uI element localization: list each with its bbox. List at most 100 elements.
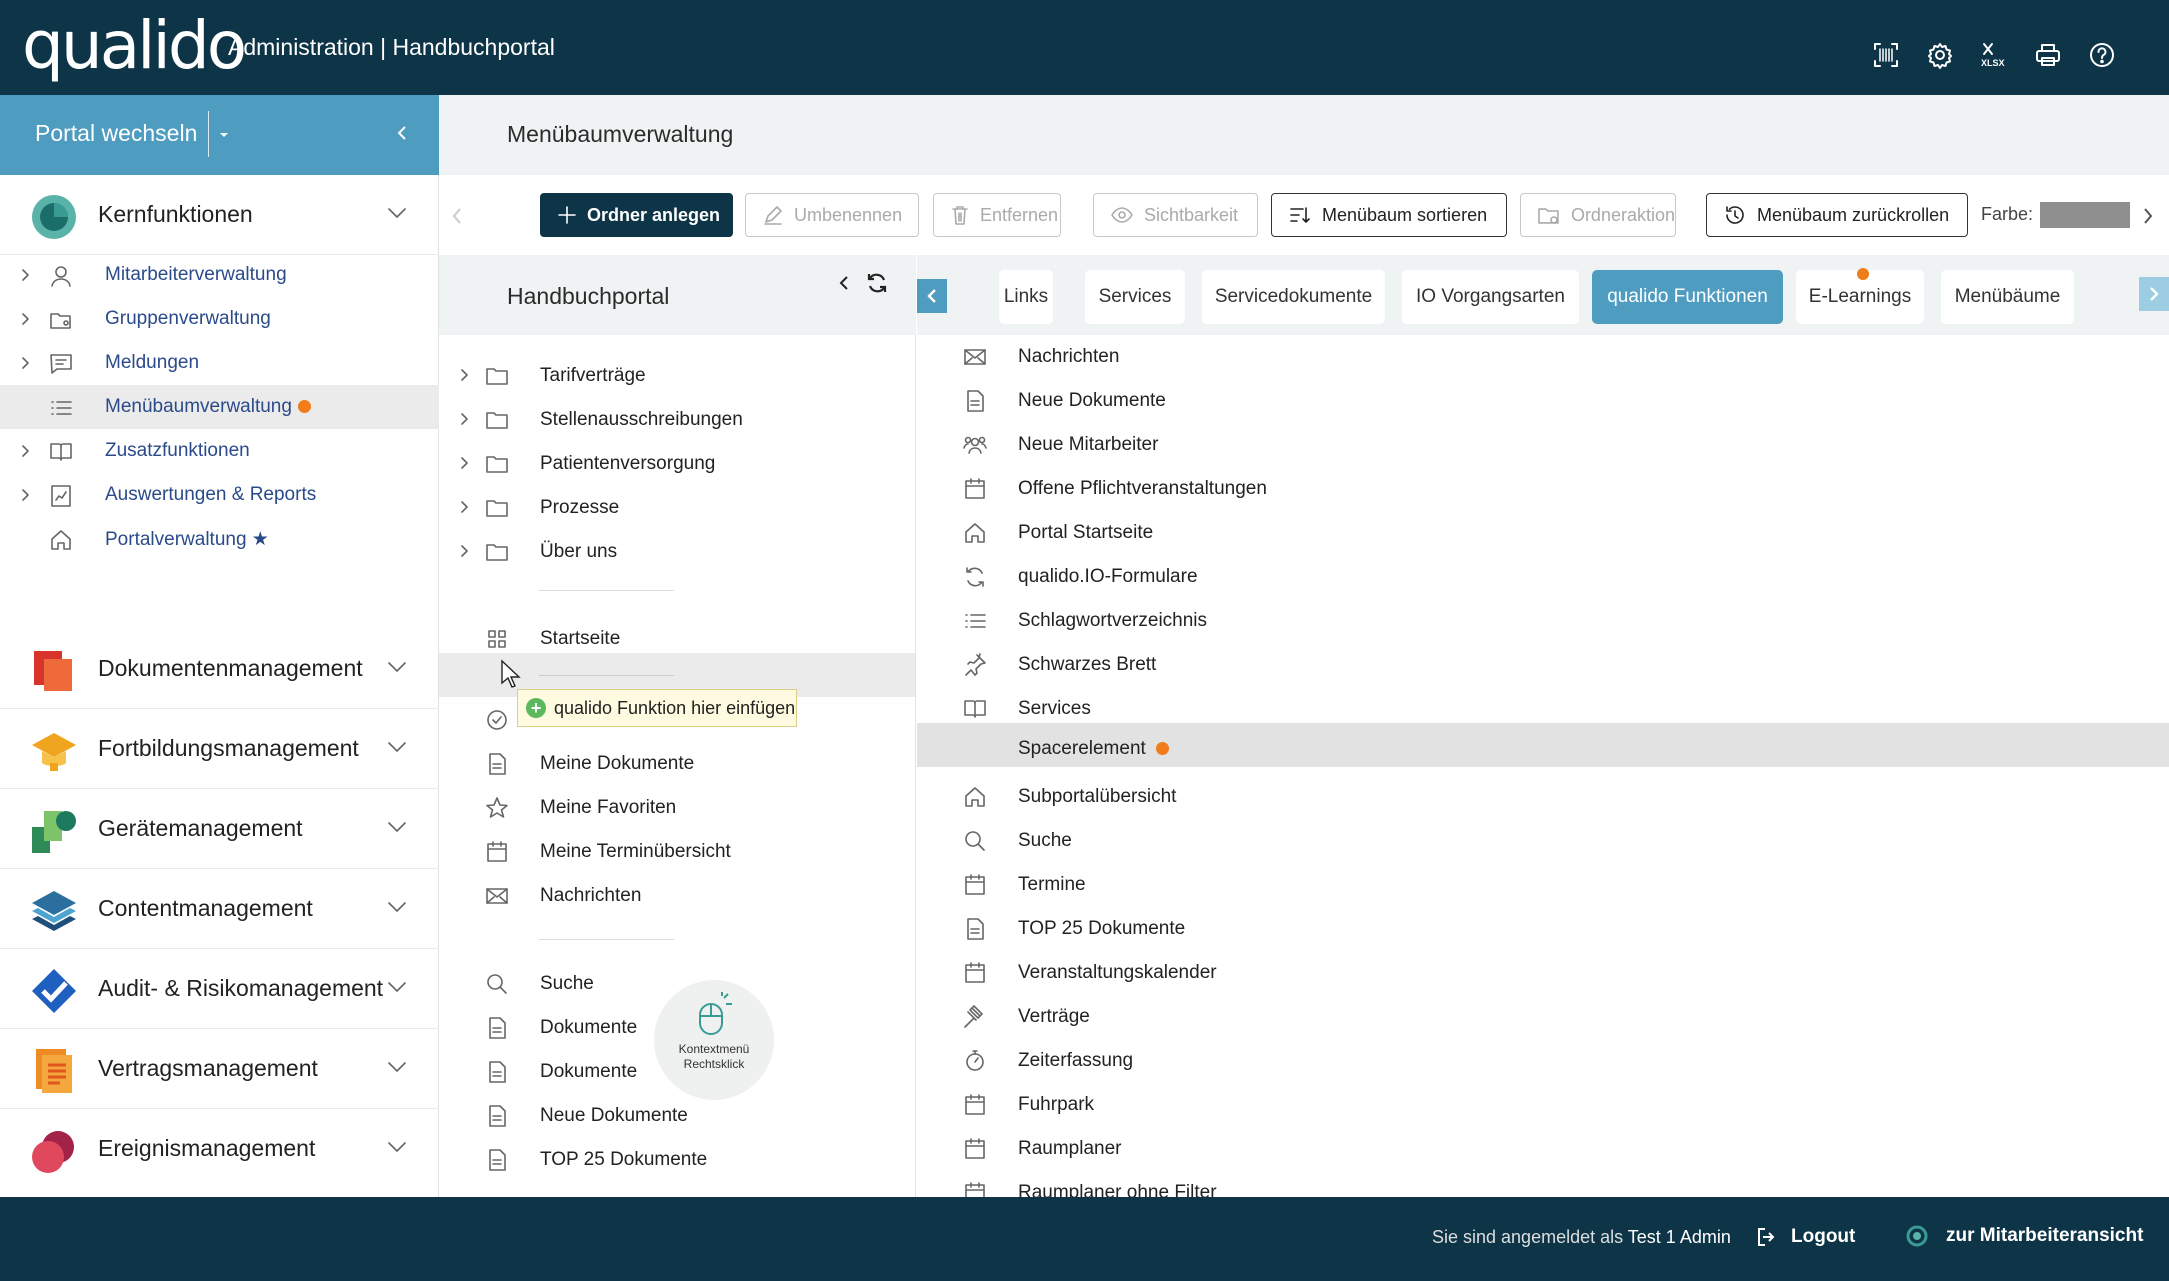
- chevron-down-icon[interactable]: [385, 819, 409, 835]
- tree-folder[interactable]: Tarifverträge: [439, 353, 915, 397]
- list-item[interactable]: TOP 25 Dokumente: [917, 907, 2169, 951]
- tree-folder[interactable]: Stellenausschreibungen: [439, 397, 915, 441]
- caret-down-icon[interactable]: [214, 129, 234, 141]
- sidebar-item-mitarbeiterverwaltung[interactable]: Mitarbeiterverwaltung: [0, 253, 439, 297]
- chevron-right-icon[interactable]: [20, 443, 32, 459]
- module-ereignismanagement[interactable]: Ereignismanagement: [0, 1109, 439, 1189]
- tab-qualido-funktionen[interactable]: qualido Funktionen: [1592, 270, 1783, 324]
- color-swatch[interactable]: [2040, 202, 2130, 228]
- chevron-right-icon[interactable]: [459, 455, 471, 471]
- chevron-right-icon[interactable]: [459, 411, 471, 427]
- sidebar-item-zusatzfunktionen[interactable]: Zusatzfunktionen: [0, 429, 439, 473]
- tabs-scroll-right-icon[interactable]: [2139, 277, 2169, 311]
- sidebar-item-portalverwaltung[interactable]: Portalverwaltung ★: [0, 517, 439, 561]
- list-item[interactable]: Verträge: [917, 995, 2169, 1039]
- list-item[interactable]: Schwarzes Brett: [917, 643, 2169, 687]
- portal-switch-label[interactable]: Portal wechseln: [35, 120, 197, 147]
- rename-button[interactable]: Umbenennen: [745, 193, 919, 237]
- calendar-icon: [484, 839, 510, 865]
- chevron-right-icon[interactable]: [459, 499, 471, 515]
- chevron-right-icon[interactable]: [20, 267, 32, 283]
- tab-menuebaeume[interactable]: Menübäume: [1941, 270, 2074, 324]
- tab-io-vorgangsarten[interactable]: IO Vorgangsarten: [1402, 270, 1579, 324]
- list-item-selected[interactable]: Spacerelement: [917, 723, 2169, 767]
- print-icon[interactable]: [2033, 40, 2063, 70]
- folder-action-button[interactable]: Ordneraktion: [1520, 193, 1676, 237]
- tabs-scroll-left-icon[interactable]: [917, 279, 947, 313]
- module-vertragsmanagement[interactable]: Vertragsmanagement: [0, 1029, 439, 1109]
- remove-button[interactable]: Entfernen: [933, 193, 1061, 237]
- tree-folder[interactable]: Über uns: [439, 529, 915, 573]
- sidebar-item-gruppenverwaltung[interactable]: Gruppenverwaltung: [0, 297, 439, 341]
- chevron-right-icon[interactable]: [20, 355, 32, 371]
- chevron-right-icon[interactable]: [20, 487, 32, 503]
- list-item[interactable]: Subportalübersicht: [917, 775, 2169, 819]
- chevron-down-icon[interactable]: [385, 739, 409, 755]
- chevron-right-icon[interactable]: [459, 543, 471, 559]
- collapse-tree-icon[interactable]: [837, 273, 851, 293]
- list-item[interactable]: Raumplaner ohne Filter: [917, 1171, 2169, 1197]
- chevron-right-icon[interactable]: [459, 367, 471, 383]
- context-hint-line: Rechtsklick: [683, 1057, 745, 1071]
- module-dokumentenmanagement[interactable]: Dokumentenmanagement: [0, 629, 439, 709]
- module-geraetemanagement[interactable]: Gerätemanagement: [0, 789, 439, 869]
- list-item[interactable]: Fuhrpark: [917, 1083, 2169, 1127]
- list-item[interactable]: Termine: [917, 863, 2169, 907]
- settings-icon[interactable]: [1925, 40, 1955, 70]
- tree-folder[interactable]: Patientenversorgung: [439, 441, 915, 485]
- chevron-down-icon[interactable]: [385, 1059, 409, 1075]
- tab-services[interactable]: Services: [1085, 270, 1185, 324]
- module-contentmanagement[interactable]: Contentmanagement: [0, 869, 439, 949]
- visibility-button[interactable]: Sichtbarkeit: [1093, 193, 1258, 237]
- tab-links[interactable]: Links: [999, 270, 1053, 324]
- create-folder-button[interactable]: Ordner anlegen: [540, 193, 733, 237]
- chevron-down-icon[interactable]: [385, 979, 409, 995]
- help-icon[interactable]: [2087, 40, 2117, 70]
- module-audit-risikomanagement[interactable]: Audit- & Risikomanagement: [0, 949, 439, 1029]
- sidebar-item-meldungen[interactable]: Meldungen: [0, 341, 439, 385]
- list-item[interactable]: Portal Startseite: [917, 511, 2169, 555]
- chevron-right-icon[interactable]: [20, 311, 32, 327]
- list-item[interactable]: Neue Dokumente: [917, 379, 2169, 423]
- qualido-logo[interactable]: qualido: [22, 6, 247, 86]
- barcode-icon[interactable]: [1871, 40, 1901, 70]
- sidebar-item-menuebaumverwaltung[interactable]: Menübaumverwaltung: [0, 385, 439, 429]
- tree-item[interactable]: TOP 25 Dokumente: [439, 1137, 915, 1181]
- tree-item[interactable]: Nachrichten: [439, 873, 915, 917]
- rollback-menu-tree-button[interactable]: Menübaum zurückrollen: [1706, 193, 1968, 237]
- list-item[interactable]: Neue Mitarbeiter: [917, 423, 2169, 467]
- refresh-icon[interactable]: [865, 271, 889, 295]
- list-item[interactable]: Schlagwortverzeichnis: [917, 599, 2169, 643]
- sort-menu-tree-button[interactable]: Menübaum sortieren: [1271, 193, 1507, 237]
- collapse-sidebar-icon[interactable]: [392, 121, 412, 145]
- tree-item[interactable]: Meine Dokumente: [439, 741, 915, 785]
- chevron-down-icon[interactable]: [385, 899, 409, 915]
- list-item[interactable]: Nachrichten: [917, 335, 2169, 379]
- scroll-right-icon[interactable]: [2140, 205, 2156, 227]
- employee-view-button[interactable]: zur Mitarbeiteransicht: [1906, 1225, 2143, 1247]
- chevron-down-icon[interactable]: [385, 1139, 409, 1155]
- tree-item[interactable]: Neue Dokumente: [439, 1093, 915, 1137]
- chevron-down-icon[interactable]: [385, 659, 409, 675]
- logout-button[interactable]: Logout: [1755, 1225, 1855, 1249]
- list-item[interactable]: qualido.IO-Formulare: [917, 555, 2169, 599]
- list-item[interactable]: Zeiterfassung: [917, 1039, 2169, 1083]
- module-fortbildungsmanagement[interactable]: Fortbildungsmanagement: [0, 709, 439, 789]
- list-item[interactable]: Offene Pflichtveranstaltungen: [917, 467, 2169, 511]
- xlsx-export-icon[interactable]: XLSX: [1979, 40, 2009, 70]
- tree-item[interactable]: Meine Terminübersicht: [439, 829, 915, 873]
- list-item[interactable]: Raumplaner: [917, 1127, 2169, 1171]
- chevron-down-icon[interactable]: [385, 205, 409, 221]
- sidebar-item-label: Mitarbeiterverwaltung: [105, 264, 287, 285]
- changes-indicator-dot: [297, 400, 311, 413]
- list-item[interactable]: Veranstaltungskalender: [917, 951, 2169, 995]
- report-icon: [48, 483, 74, 509]
- tree-item[interactable]: Meine Favoriten: [439, 785, 915, 829]
- tree-folder[interactable]: Prozesse: [439, 485, 915, 529]
- list-item[interactable]: Suche: [917, 819, 2169, 863]
- tab-servicedokumente[interactable]: Servicedokumente: [1202, 270, 1385, 324]
- module-kernfunktionen[interactable]: Kernfunktionen: [0, 175, 439, 255]
- scroll-left-icon[interactable]: [449, 205, 465, 227]
- context-menu-hint: Kontextmenü Rechtsklick: [654, 980, 774, 1100]
- sidebar-item-auswertungen[interactable]: Auswertungen & Reports: [0, 473, 439, 517]
